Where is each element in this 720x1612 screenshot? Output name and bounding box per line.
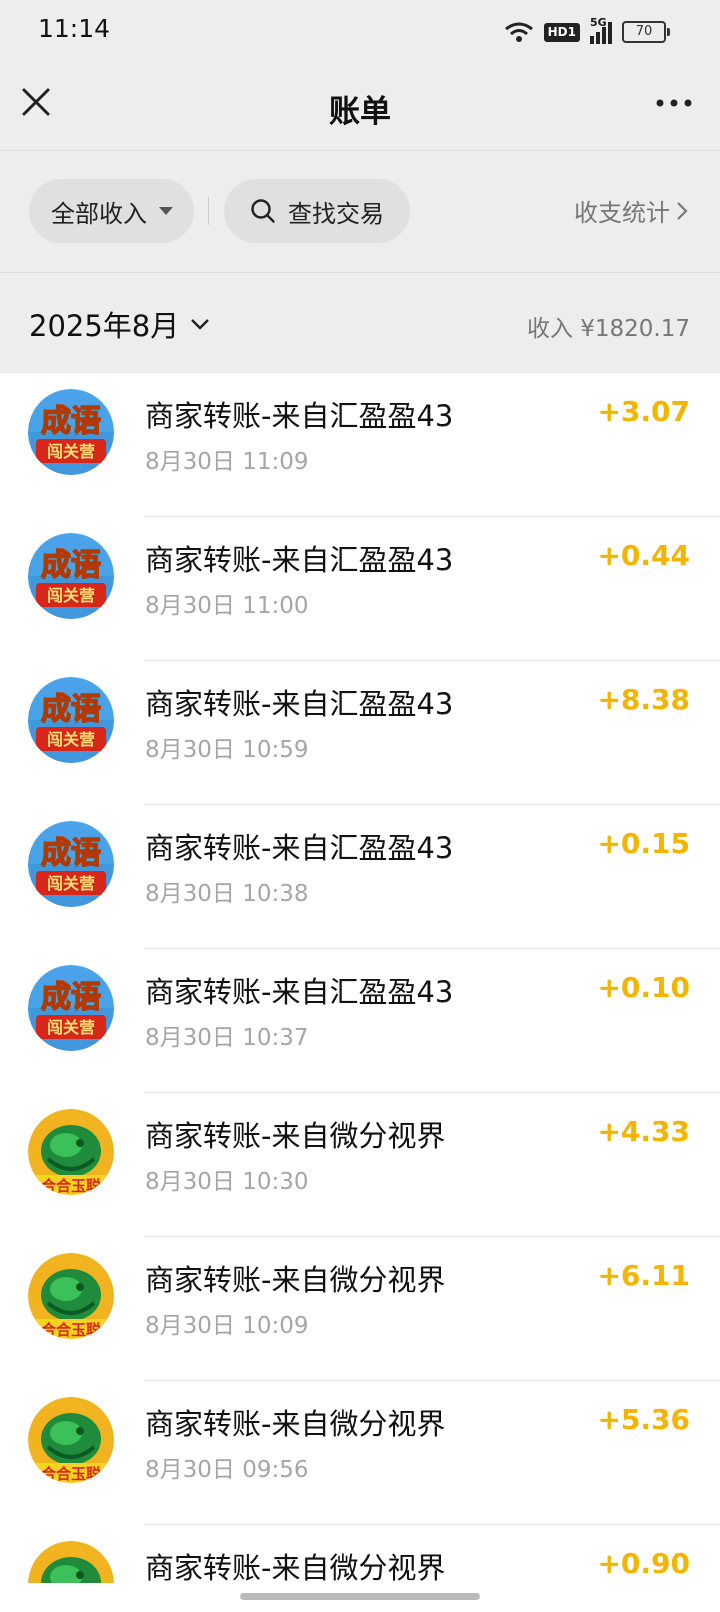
dragon-game-icon: 合合玉聪 [28,1541,114,1583]
search-icon [251,199,275,223]
dragon-game-icon: 合合玉聪 [28,1397,114,1483]
transaction-row[interactable]: 合合玉聪 商家转账-来自微分视界 8月30日 10:30 +4.33 [0,1093,720,1237]
transaction-amount: +4.33 [597,1115,690,1148]
avatar-text-top: 成语 [41,404,101,439]
hd-icon: HD1 [543,22,580,42]
income-filter-label: 全部收入 [51,199,147,228]
dragon-game-icon: 合合玉聪 [28,1109,114,1195]
transaction-amount: +0.15 [597,827,690,860]
home-indicator[interactable] [240,1593,480,1600]
transaction-time: 8月30日 11:00 [145,593,309,619]
search-transactions-button[interactable]: 查找交易 [224,179,410,243]
avatar-text-bottom: 合合玉聪 [40,1465,101,1483]
transaction-title: 商家转账-来自微分视界 [145,1119,446,1153]
chevron-down-icon [191,319,210,330]
navigation-bar: 账单 [0,64,720,151]
income-summary: 收入 ¥1820.17 [526,316,690,342]
filter-bar: 全部收入 查找交易 收支统计 [0,151,720,273]
avatar-text-bottom: 合合玉聪 [40,1177,101,1195]
transaction-title: 商家转账-来自汇盈盈43 [145,831,454,865]
transaction-amount: +8.38 [597,683,690,716]
transaction-row[interactable]: 合合玉聪 商家转账-来自微分视界 +0.90 [0,1525,720,1583]
avatar-text-top: 成语 [41,692,101,727]
avatar-text-bottom: 合合玉聪 [40,1321,101,1339]
transaction-time: 8月30日 10:09 [145,1313,309,1339]
home-indicator-area [0,1583,720,1612]
wifi-icon [504,22,533,42]
transaction-row[interactable]: 合合玉聪 商家转账-来自微分视界 8月30日 10:09 +6.11 [0,1237,720,1381]
transaction-amount: +3.07 [597,395,690,428]
avatar-text-bottom: 闯关营 [47,1018,95,1037]
month-selector[interactable]: 2025年8月 [29,303,211,345]
transaction-time: 8月30日 10:37 [145,1025,309,1051]
merchant-avatar: 合合玉聪 [28,1253,114,1339]
transaction-row[interactable]: 成语闯关营 商家转账-来自汇盈盈43 8月30日 11:09 +3.07 [0,373,720,517]
page-title: 账单 [329,94,391,130]
idiom-game-icon: 成语闯关营 [28,533,114,619]
merchant-avatar: 成语 闯关营 [28,533,114,619]
avatar-text-bottom: 闯关营 [47,730,95,749]
transaction-row[interactable]: 成语闯关营 商家转账-来自汇盈盈43 8月30日 10:38 +0.15 [0,805,720,949]
transaction-row[interactable]: 成语闯关营 商家转账-来自汇盈盈43 8月30日 10:37 +0.10 [0,949,720,1093]
transaction-time: 8月30日 10:59 [145,737,309,763]
merchant-avatar: 成语 闯关营 [28,821,114,907]
transaction-time: 8月30日 11:09 [145,449,309,475]
transaction-amount: +6.11 [597,1259,690,1292]
search-label: 查找交易 [288,199,384,228]
merchant-avatar: 合合玉聪 [28,1541,114,1583]
avatar-text-top: 成语 [41,980,101,1015]
statistics-link[interactable]: 收支统计 [574,193,690,228]
idiom-game-icon: 成语闯关营 [28,821,114,907]
merchant-avatar: 合合玉聪 [28,1397,114,1483]
idiom-game-icon: 成语闯关营 [28,965,114,1051]
status-icons: HD1 5G 70 [504,16,670,46]
transaction-row[interactable]: 成语闯关营 商家转账-来自汇盈盈43 8月30日 10:59 +8.38 [0,661,720,805]
transaction-list: 成语 闯关营 商家转账-来自汇盈盈43 8月30日 11:09 +3.07 成语闯… [0,373,720,1583]
avatar-text-bottom: 闯关营 [47,586,95,605]
idiom-game-icon: 成语闯关营 [28,677,114,763]
merchant-avatar: 成语 闯关营 [28,389,114,475]
merchant-avatar: 成语 闯关营 [28,677,114,763]
filter-divider [208,197,209,225]
status-time: 11:14 [38,14,111,43]
transaction-row[interactable]: 合合玉聪 商家转账-来自微分视界 8月30日 09:56 +5.36 [0,1381,720,1525]
idiom-game-icon: 成语闯关营 [28,389,114,475]
transaction-time: 8月30日 10:30 [145,1169,309,1195]
avatar-text-bottom: 闯关营 [47,442,95,461]
transaction-amount: +0.44 [597,539,690,572]
month-header: 2025年8月 收入 ¥1820.17 [0,273,720,372]
transaction-title: 商家转账-来自汇盈盈43 [145,399,454,433]
battery-icon: 70 [622,21,670,43]
network-label: 5G [590,16,607,29]
transaction-row[interactable]: 成语闯关营 商家转账-来自汇盈盈43 8月30日 11:00 +0.44 [0,517,720,661]
income-filter-dropdown[interactable]: 全部收入 [29,179,194,243]
transaction-title: 商家转账-来自汇盈盈43 [145,543,454,577]
transaction-title: 商家转账-来自汇盈盈43 [145,975,454,1009]
dragon-game-icon: 合合玉聪 [28,1253,114,1339]
more-icon[interactable] [654,88,694,118]
transaction-time: 8月30日 10:38 [145,881,309,907]
merchant-avatar: 合合玉聪 [28,1109,114,1195]
transaction-amount: +5.36 [597,1403,690,1436]
avatar-text-top: 成语 [41,836,101,871]
transaction-title: 商家转账-来自微分视界 [145,1551,446,1583]
caret-down-icon [159,207,173,215]
merchant-avatar: 成语 闯关营 [28,965,114,1051]
chevron-right-icon [677,201,688,220]
avatar-text-top: 成语 [41,548,101,583]
transaction-time: 8月30日 09:56 [145,1457,309,1483]
status-bar: 11:14 HD1 5G 70 [0,0,720,64]
month-label: 2025年8月 [29,309,180,343]
transaction-title: 商家转账-来自微分视界 [145,1407,446,1441]
statistics-label: 收支统计 [574,199,670,227]
transaction-amount: +0.10 [597,971,690,1004]
transaction-title: 商家转账-来自微分视界 [145,1263,446,1297]
transaction-amount: +0.90 [597,1547,690,1580]
transaction-title: 商家转账-来自汇盈盈43 [145,687,454,721]
avatar-text-bottom: 闯关营 [47,874,95,893]
signal-icon: 5G [590,16,612,44]
